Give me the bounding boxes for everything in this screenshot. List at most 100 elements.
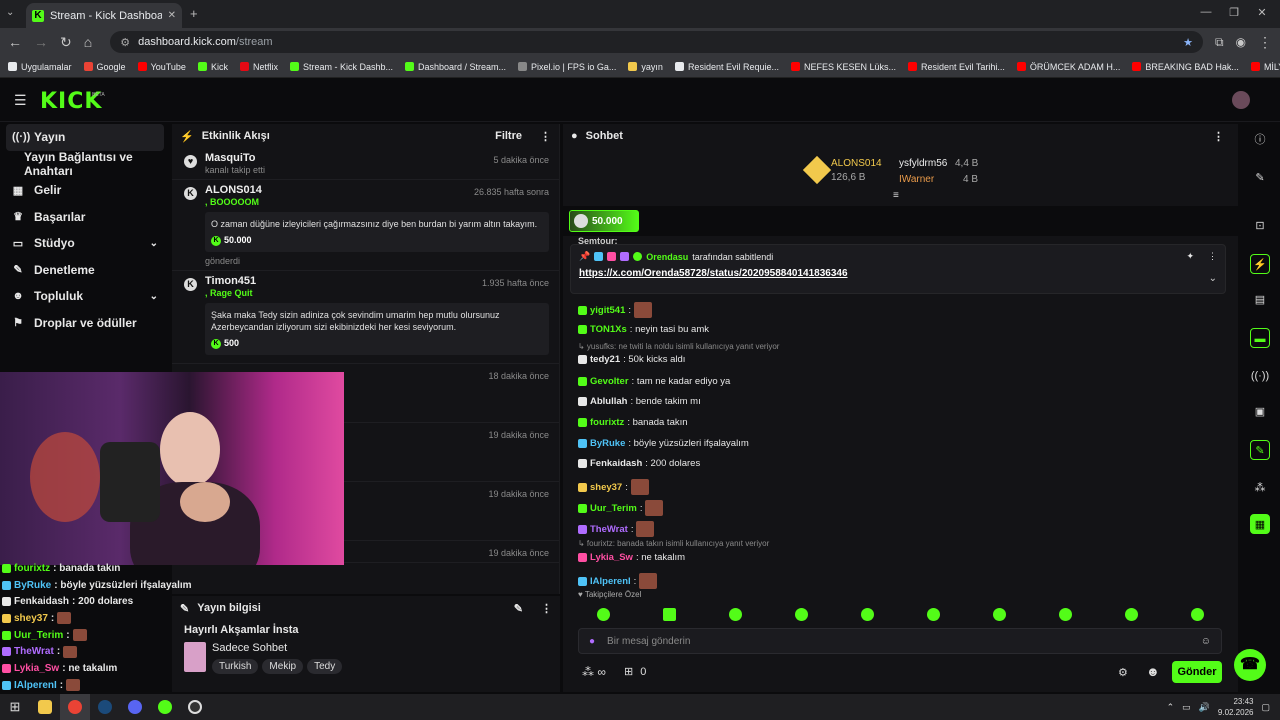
sidebar-item[interactable]: ♛ Başarılar [0,204,170,231]
share-icon[interactable]: ⁂ [1250,478,1270,498]
chat-input[interactable]: ● Bir mesaj gönderin ☺ [578,628,1222,654]
chat-username[interactable]: tedy21 [590,354,620,365]
expand-leaderboard-icon[interactable]: ≡ [893,190,899,201]
start-icon[interactable]: ⊞ [0,694,30,720]
pinned-by[interactable]: Orendasu [646,252,688,262]
filter-button[interactable]: Filtre [495,130,522,142]
settings-gear-icon[interactable]: ⚙ [1118,666,1128,679]
chat-username[interactable]: fourixtz [590,417,624,428]
bookmark-item[interactable]: YouTube [137,62,186,72]
forward-icon[interactable]: → [34,34,48,50]
steam-icon[interactable] [90,694,120,720]
gift-icon[interactable]: ⊞ 0 [624,665,646,678]
home-icon[interactable]: ⌂ [84,34,92,50]
activity-more-icon[interactable]: ⋮ [540,130,551,143]
emote-icon[interactable] [794,607,808,621]
quick-actions-icon[interactable]: ⚡ [1250,254,1270,274]
bookmark-item[interactable]: BREAKING BAD Hak... [1132,62,1239,72]
category-name[interactable]: Sadece Sohbet [212,642,346,654]
pinned-link[interactable]: https://x.com/Orenda58728/status/2020958… [571,268,1225,279]
profile-icon[interactable]: ◉ [1236,35,1246,49]
user-avatar[interactable] [1232,91,1250,109]
tab-close-icon[interactable]: ✕ [168,10,176,21]
explorer-icon[interactable] [30,694,60,720]
broadcast-rail-icon[interactable]: ((·)) [1250,366,1270,386]
chat-username[interactable]: ByRuke [590,438,625,449]
chat-username[interactable]: Gevolter [590,376,629,387]
leader-2-user[interactable]: ysfyldrm56 [899,158,947,169]
microphone-icon[interactable]: ● [589,636,595,647]
sidebar-item[interactable]: ☻ Topluluk ⌄ [0,283,170,310]
chat-username[interactable]: Lykia_Sw [590,552,633,563]
bookmark-star-icon[interactable]: ★ [1183,36,1193,49]
chat-username[interactable]: Fenkaidash [590,458,642,469]
bookmark-item[interactable]: Netflix [239,62,278,72]
extensions-icon[interactable]: ⧉ [1215,35,1224,50]
send-button[interactable]: Gönder [1172,661,1222,683]
restore-icon[interactable]: ❐ [1224,6,1244,22]
emote-icon[interactable] [992,607,1006,621]
bookmark-item[interactable]: Dashboard / Stream... [405,62,506,72]
browser-tab[interactable]: K Stream - Kick Dashboard ✕ [26,3,182,28]
sidebar-item[interactable]: ✎ Denetleme [0,257,170,284]
obs-icon[interactable] [180,694,210,720]
address-bar[interactable]: ⚙ dashboard.kick.com/stream ★ [110,31,1203,53]
document-icon[interactable]: ▤ [1250,290,1270,310]
volume-icon[interactable]: 🔊 [1199,702,1210,713]
leader-1-user[interactable]: ALONS014 [831,158,882,169]
unpin-icon[interactable]: ✦ [1186,251,1194,262]
network-icon[interactable]: ▭ [1182,702,1191,713]
chat-toggle-icon[interactable]: ▬ [1250,328,1270,348]
bookmark-item[interactable]: ÖRÜMCEK ADAM H... [1016,62,1120,72]
emoji-icon[interactable]: ☺ [1201,636,1211,647]
discord-icon[interactable] [120,694,150,720]
emote-icon[interactable] [596,607,610,621]
tab-search-icon[interactable]: ⌄ [6,7,20,21]
capture-icon[interactable]: ⊡ [1250,216,1270,236]
notifications-icon[interactable]: ▢ [1261,702,1270,713]
hamburger-menu-icon[interactable]: ☰ [14,92,27,109]
menu-icon[interactable]: ⋮ [1258,34,1272,51]
emote-icon[interactable] [728,607,742,621]
bookmark-item[interactable]: NEFES KESEN Lüks... [790,62,896,72]
bookmark-item[interactable]: Pixel.io | FPS io Ga... [518,62,616,72]
app-icon[interactable] [150,694,180,720]
chat-username[interactable]: TheWrat [590,524,628,535]
emote-icon[interactable] [1124,607,1138,621]
tag-chip[interactable]: Tedy [307,659,343,674]
chat-username[interactable]: Ablullah [590,396,627,407]
emote-icon[interactable] [860,607,874,621]
mod-tools-icon[interactable]: ✎ [1250,440,1270,460]
minimize-icon[interactable]: — [1196,6,1216,22]
site-info-icon[interactable]: ⚙ [120,36,130,49]
reload-icon[interactable]: ↻ [60,34,72,51]
sidebar-item[interactable]: Yayın Bağlantısı ve Anahtarı [0,150,170,178]
bookmark-item[interactable]: Resident Evil Requie... [674,62,779,72]
emote-icon[interactable] [1058,607,1072,621]
printer-icon[interactable]: ▣ [1250,402,1270,422]
chat-username[interactable]: yigit541 [590,305,625,316]
sidebar-item[interactable]: ⚑ Droplar ve ödüller [0,310,170,337]
tag-chip[interactable]: Mekip [262,659,304,674]
clip-icon[interactable]: ▦ [1250,514,1270,534]
pencil-icon[interactable]: ✎ [1250,168,1270,188]
tag-chip[interactable]: Turkish [212,659,259,674]
info-icon[interactable]: ⓘ [1250,130,1270,150]
bookmark-item[interactable]: Uygulamalar [8,62,72,72]
bookmark-item[interactable]: Google [83,62,126,72]
emote-icon[interactable] [662,607,676,621]
emote-icon[interactable] [1190,607,1204,621]
bookmark-item[interactable]: MİLYONLAR ÇALAR... [1250,62,1280,72]
sidebar-item[interactable]: ▭ Stüdyo ⌄ [0,230,170,257]
chat-username[interactable]: Uur_Terim [590,503,637,514]
chat-more-icon[interactable]: ⋮ [1213,130,1224,143]
bookmark-item[interactable]: Resident Evil Tarihi... [908,62,1005,72]
leader-3-user[interactable]: IWarner [899,174,934,185]
chevron-down-icon[interactable]: ⌄ [150,238,158,249]
bookmark-item[interactable]: Kick [197,62,228,72]
sidebar-item[interactable]: ((·)) Yayın [6,124,164,151]
bookmark-item[interactable]: yayın [628,62,663,72]
chevron-down-icon[interactable]: ⌄ [150,291,158,302]
bookmark-item[interactable]: Stream - Kick Dashb... [289,62,393,72]
emote-picker-icon[interactable]: ☻ [1146,664,1160,679]
